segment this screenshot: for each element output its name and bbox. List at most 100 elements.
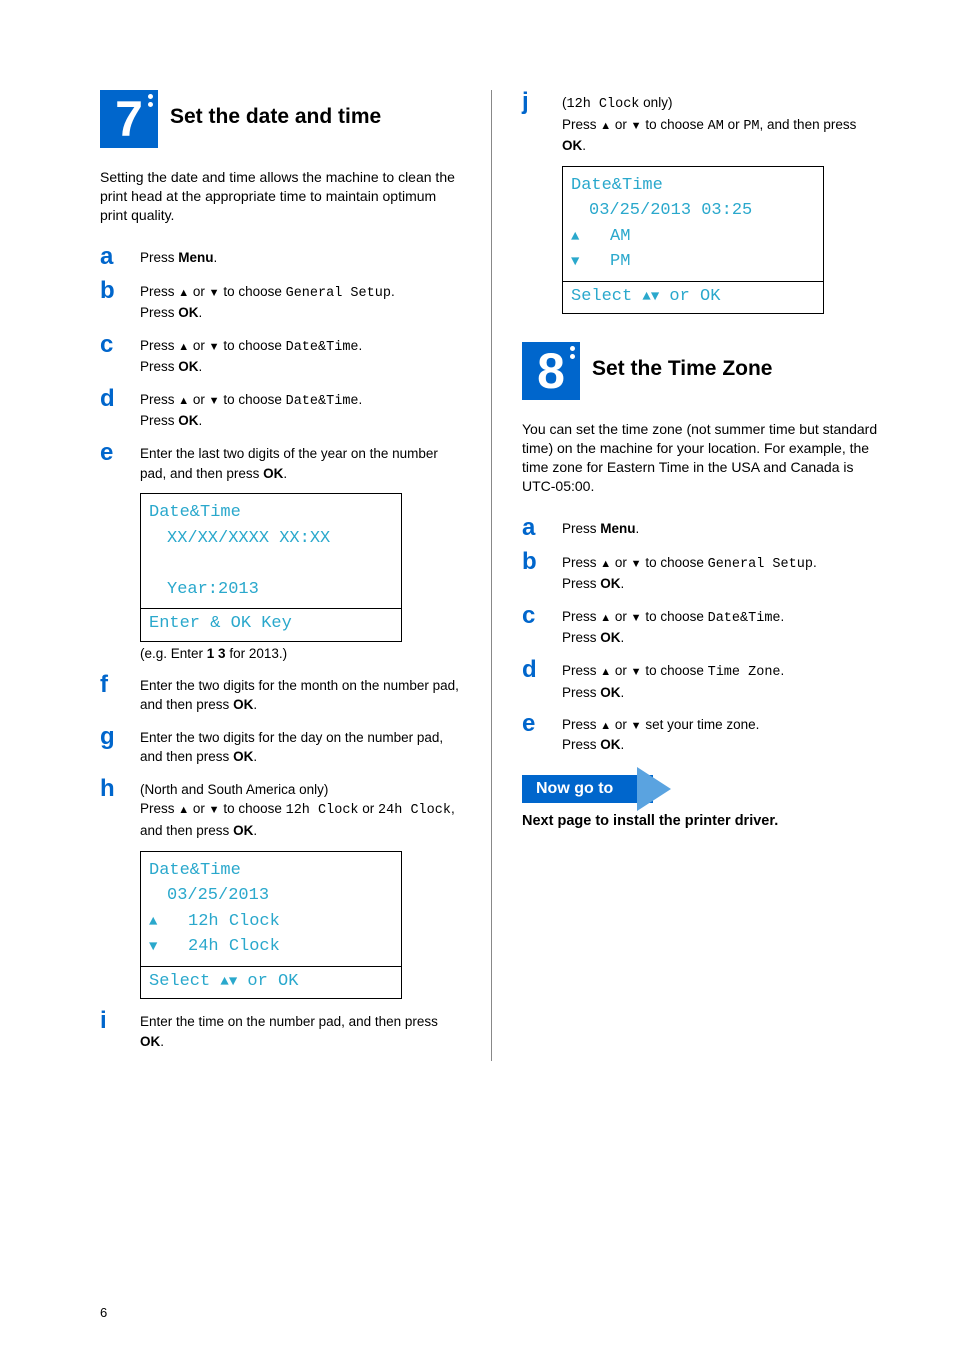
- mono: PM: [743, 119, 759, 134]
- step-body: Enter the two digits for the month on th…: [140, 673, 461, 715]
- down-arrow-icon: [631, 663, 642, 678]
- bold: Menu: [178, 250, 213, 265]
- text: Select: [149, 972, 220, 991]
- step-letter: g: [100, 725, 140, 749]
- bold: OK: [178, 359, 198, 374]
- bold: 1 3: [207, 646, 226, 661]
- text: to choose: [220, 284, 286, 299]
- text: to choose: [642, 117, 708, 132]
- text: .: [283, 466, 287, 481]
- now-go-to-text: Next page to install the printer driver.: [522, 813, 884, 829]
- step-letter: e: [100, 441, 140, 465]
- section-8-title: Set the Time Zone: [592, 357, 772, 381]
- text: .: [160, 1034, 164, 1049]
- text: .: [636, 521, 640, 536]
- text: .: [582, 138, 586, 153]
- mono: Date&Time: [286, 394, 359, 409]
- lcd-display-year: Date&Time XX/XX/XXXX XX:XX Year:2013 Ent…: [140, 493, 402, 642]
- text: or: [611, 117, 631, 132]
- step-letter: h: [100, 777, 140, 801]
- text: set your time zone.: [642, 717, 760, 732]
- up-arrow-icon: [178, 284, 189, 299]
- text: Enter the last two digits of the year on…: [140, 446, 438, 481]
- step-letter: a: [100, 245, 140, 269]
- text: or: [359, 801, 379, 816]
- text: Press: [562, 117, 600, 132]
- step-number-badge-8: 8: [522, 342, 580, 400]
- lcd-option: PM: [610, 252, 630, 271]
- mono: Time Zone: [708, 665, 781, 680]
- mono: Date&Time: [286, 340, 359, 355]
- step-body: (12h Clock only) Press or to choose AM o…: [562, 90, 884, 156]
- now-go-to-label: Now go to: [522, 775, 653, 803]
- text: , and then press: [760, 117, 857, 132]
- text: .: [253, 749, 257, 764]
- text: .: [621, 737, 625, 752]
- step-body: Enter the two digits for the day on the …: [140, 725, 461, 767]
- step-body: Press or to choose Date&Time. Press OK.: [140, 333, 461, 377]
- lcd-top: Date&Time 03/25/2013 03:25 AM PM: [563, 167, 823, 281]
- now-go-to-banner: Now go to: [522, 775, 653, 803]
- text: Press: [140, 250, 178, 265]
- step-letter: b: [100, 279, 140, 303]
- down-arrow-icon: [651, 287, 659, 306]
- lcd-line: Date&Time: [149, 858, 393, 884]
- mono: General Setup: [708, 557, 813, 572]
- step-8e: e Press or set your time zone. Press OK.: [522, 712, 884, 755]
- text: Press: [140, 284, 178, 299]
- example-text: (e.g. Enter 1 3 for 2013.): [140, 646, 461, 661]
- text: or: [611, 717, 631, 732]
- bold: Menu: [600, 521, 635, 536]
- step-body: (North and South America only) Press or …: [140, 777, 461, 841]
- lcd-line: Date&Time: [571, 173, 815, 199]
- step-7a: a Press Menu.: [100, 245, 461, 269]
- text: or: [724, 117, 744, 132]
- text: Press: [562, 717, 600, 732]
- text: or OK: [237, 972, 298, 991]
- down-arrow-icon: [209, 338, 220, 353]
- step-letter: a: [522, 516, 562, 540]
- lcd-display-ampm: Date&Time 03/25/2013 03:25 AM PM Select …: [562, 166, 824, 315]
- text: .: [214, 250, 218, 265]
- down-arrow-icon: [229, 972, 237, 991]
- down-arrow-icon: [209, 392, 220, 407]
- section-7-header: 7 Set the date and time: [100, 90, 461, 148]
- lcd-option: 12h Clock: [188, 912, 280, 931]
- lcd-footer: Enter & OK Key: [141, 608, 401, 641]
- mono: General Setup: [286, 286, 391, 301]
- lcd-line: 03/25/2013: [149, 883, 393, 909]
- bold: OK: [600, 576, 620, 591]
- text: (e.g. Enter: [140, 646, 207, 661]
- step-letter: j: [522, 90, 562, 114]
- lcd-display-clock: Date&Time 03/25/2013 12h Clock 24h Clock…: [140, 851, 402, 1000]
- step-7j: j (12h Clock only) Press or to choose AM…: [522, 90, 884, 156]
- up-arrow-icon: [600, 555, 611, 570]
- step-7f: f Enter the two digits for the month on …: [100, 673, 461, 715]
- mono: 12h Clock: [286, 803, 359, 818]
- lcd-option: AM: [610, 227, 630, 246]
- text: Enter the time on the number pad, and th…: [140, 1014, 438, 1029]
- step-8b: b Press or to choose General Setup. Pres…: [522, 550, 884, 594]
- section-7-intro: Setting the date and time allows the mac…: [100, 168, 461, 225]
- step-body: Press or to choose Date&Time. Press OK.: [140, 387, 461, 431]
- down-arrow-icon: [631, 117, 642, 132]
- up-arrow-icon: [600, 117, 611, 132]
- bold: OK: [263, 466, 283, 481]
- step-7i: i Enter the time on the number pad, and …: [100, 1009, 461, 1051]
- text: (North and South America only): [140, 782, 328, 797]
- step-7c: c Press or to choose Date&Time. Press OK…: [100, 333, 461, 377]
- step-7h: h (North and South America only) Press o…: [100, 777, 461, 841]
- down-arrow-icon: [631, 609, 642, 624]
- right-column: j (12h Clock only) Press or to choose AM…: [492, 90, 884, 1061]
- bold: OK: [233, 697, 253, 712]
- step-letter: c: [522, 604, 562, 628]
- step-letter: f: [100, 673, 140, 697]
- lcd-top: Date&Time XX/XX/XXXX XX:XX Year:2013: [141, 494, 401, 608]
- bold: OK: [233, 749, 253, 764]
- step-7e: e Enter the last two digits of the year …: [100, 441, 461, 483]
- badge-dots-icon: [148, 94, 153, 107]
- down-arrow-icon: [209, 284, 220, 299]
- page: 7 Set the date and time Setting the date…: [0, 0, 954, 1350]
- text: to choose: [220, 801, 286, 816]
- page-number: 6: [100, 1305, 107, 1320]
